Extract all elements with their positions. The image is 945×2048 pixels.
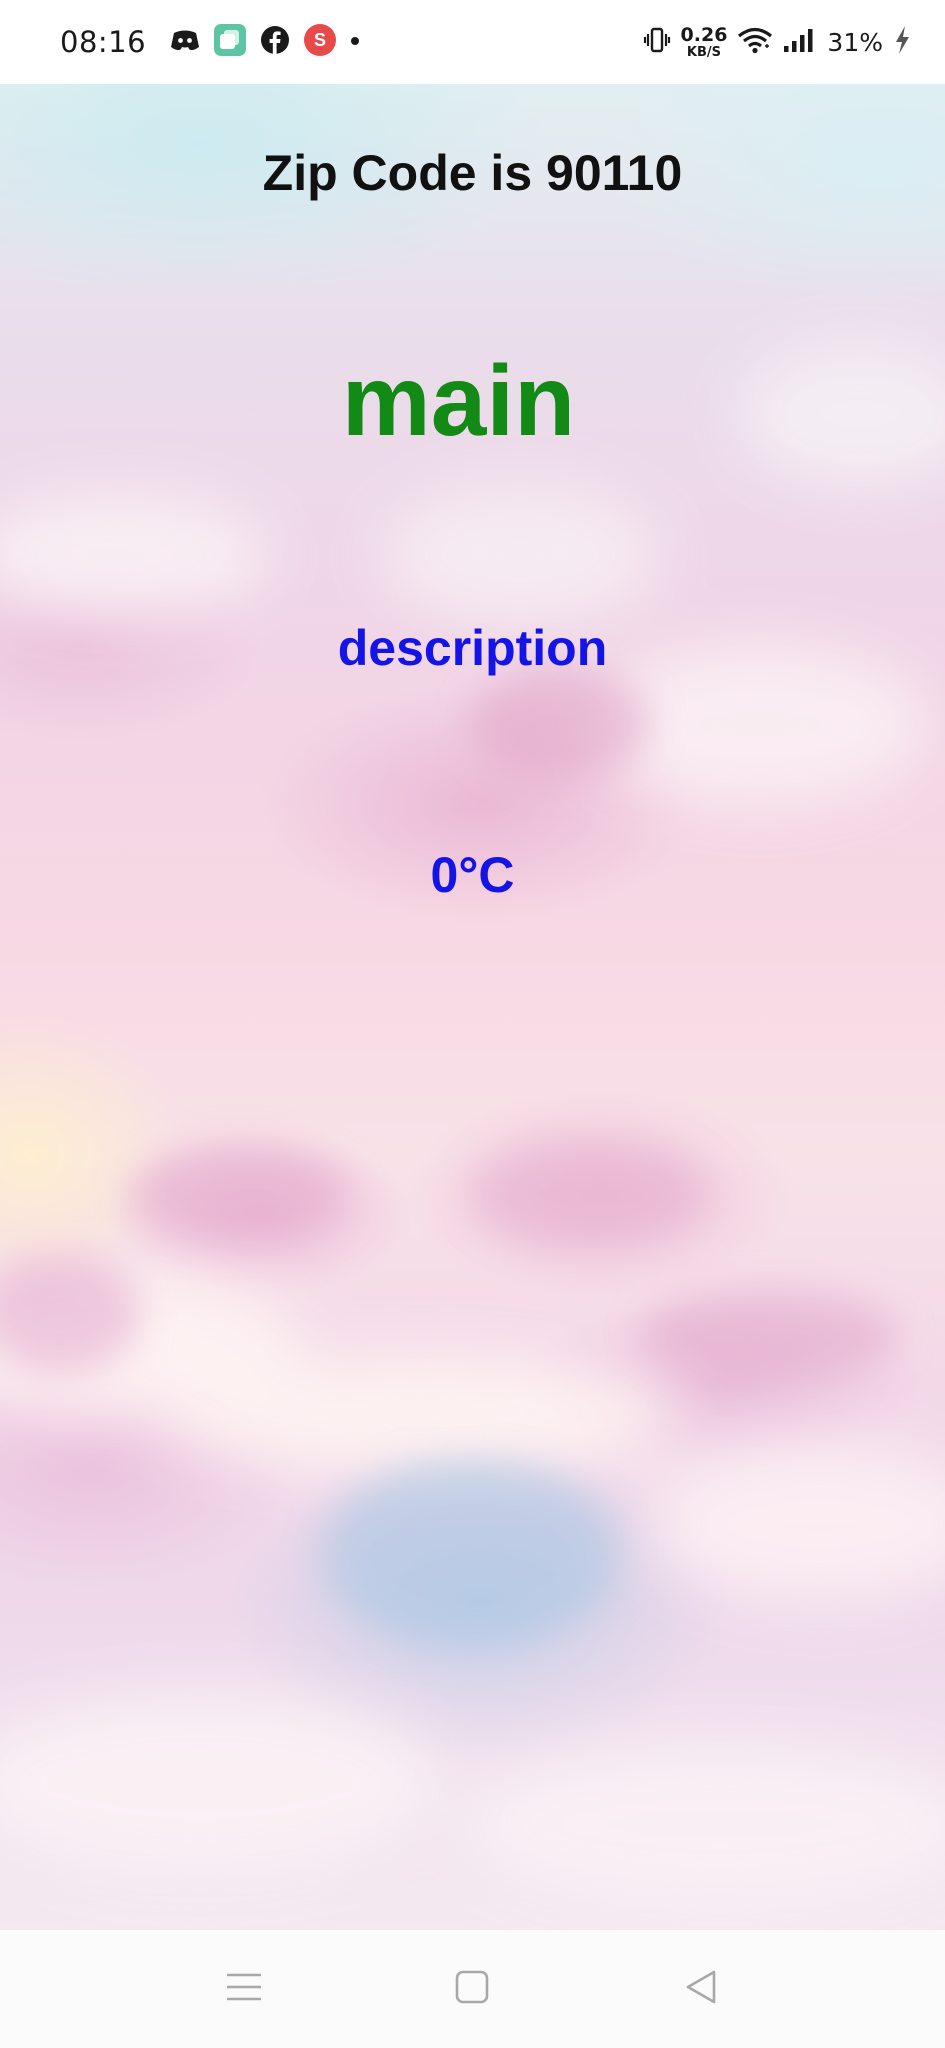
discord-icon xyxy=(170,28,200,57)
back-icon xyxy=(685,1969,717,2010)
charging-icon xyxy=(893,25,911,60)
battery-percent: 31% xyxy=(827,27,883,57)
menu-icon xyxy=(226,1972,262,2007)
s-app-icon: S xyxy=(304,23,337,61)
facebook-icon xyxy=(260,25,290,60)
back-button[interactable] xyxy=(661,1949,741,2029)
zip-code-title: Zip Code is 90110 xyxy=(262,145,683,201)
temperature-label: 0°C xyxy=(430,847,515,903)
home-button[interactable] xyxy=(432,1949,512,2029)
network-speed-unit: KB/S xyxy=(686,44,722,60)
network-speed: 0.26 KB/S xyxy=(680,23,728,60)
system-status: 0.26 KB/S 31% xyxy=(643,25,911,60)
weather-screen: Zip Code is 90110 main description 0°C xyxy=(0,84,945,1930)
weather-description-label: description xyxy=(337,620,608,676)
status-time: 08:16 xyxy=(60,25,147,59)
navigation-bar xyxy=(0,1930,945,2048)
network-speed-value: 0.26 xyxy=(680,23,728,46)
recent-apps-button[interactable] xyxy=(204,1949,284,2029)
status-bar: 08:16 S 0.26 KB/S 31% xyxy=(0,0,945,84)
home-icon xyxy=(455,1970,489,2009)
wifi-icon xyxy=(737,26,773,59)
signal-icon xyxy=(783,26,817,59)
vibrate-icon xyxy=(643,26,671,59)
notification-icons: S xyxy=(170,23,360,61)
weather-main-label: main xyxy=(341,345,576,457)
more-notifications-dot-icon xyxy=(350,33,360,51)
svg-text:S: S xyxy=(314,30,326,50)
app-icon xyxy=(214,23,247,61)
